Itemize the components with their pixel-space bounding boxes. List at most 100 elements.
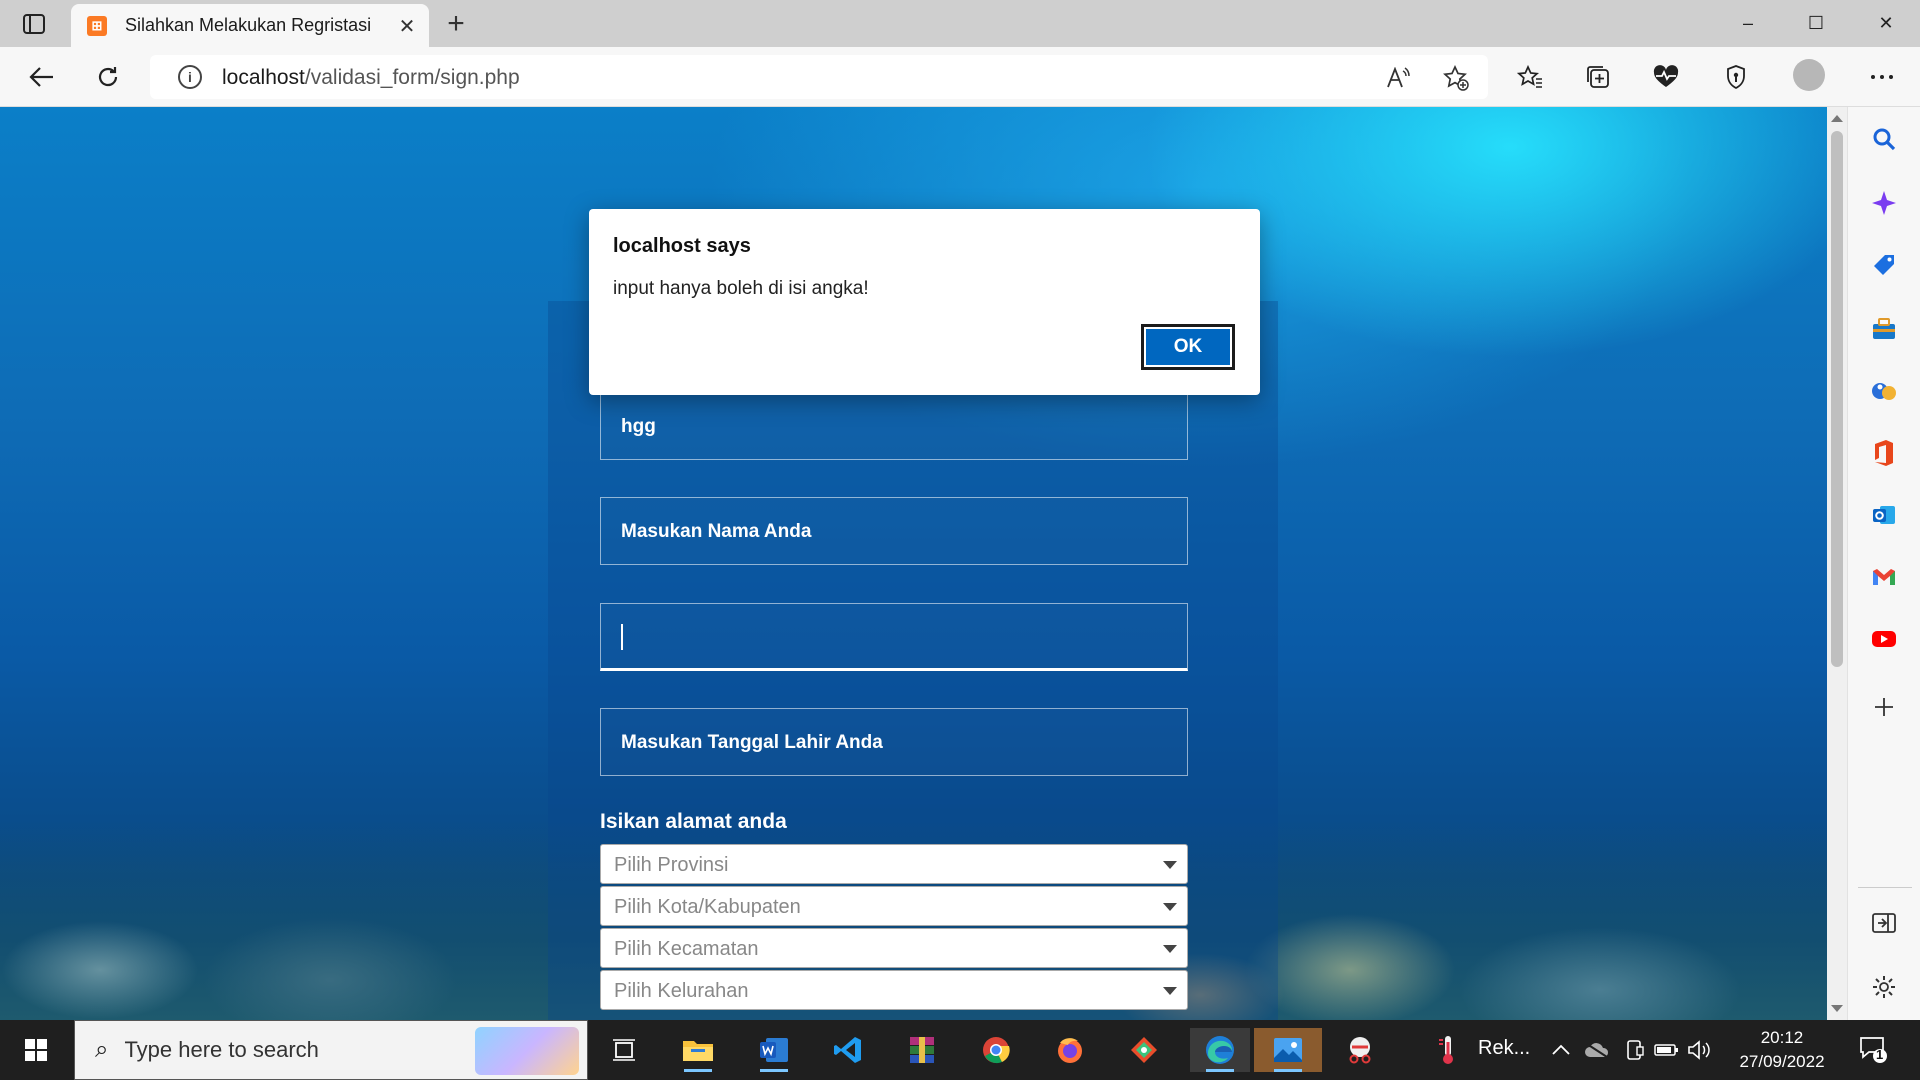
minimize-button[interactable]: – <box>1714 0 1782 46</box>
volume-speaker-icon[interactable] <box>1684 1028 1714 1072</box>
province-select[interactable]: Pilih Provinsi <box>600 844 1188 884</box>
district-select[interactable]: Pilih Kecamatan <box>600 928 1188 968</box>
maximize-button[interactable]: ☐ <box>1782 0 1850 46</box>
city-select-placeholder: Pilih Kota/Kabupaten <box>614 896 801 918</box>
running-indicator <box>760 1069 788 1072</box>
id-number-value: hgg <box>621 416 656 437</box>
sidebar-games-icon[interactable] <box>1868 375 1900 407</box>
onedrive-cloud-icon[interactable] <box>1582 1028 1612 1072</box>
navigation-bar: i localhost/validasi_form/sign.php <box>0 47 1920 107</box>
birthdate-placeholder: Masukan Tanggal Lahir Anda <box>621 732 883 753</box>
running-indicator <box>1206 1069 1234 1072</box>
xampp-favicon-icon: ⊞ <box>87 15 107 36</box>
sidebar-youtube-icon[interactable] <box>1868 623 1900 655</box>
snipping-tool-icon[interactable] <box>1338 1028 1382 1072</box>
file-explorer-icon[interactable] <box>676 1028 720 1072</box>
chrome-icon[interactable] <box>974 1028 1018 1072</box>
text-caret <box>621 624 623 650</box>
winrar-icon[interactable] <box>900 1028 944 1072</box>
profile-avatar[interactable] <box>1793 59 1825 91</box>
recording-app-thermometer-icon[interactable] <box>1426 1028 1470 1072</box>
task-view-icon[interactable] <box>602 1028 646 1072</box>
dropdown-arrow-icon <box>1163 861 1177 869</box>
sidebar-discover-sparkle-icon[interactable] <box>1868 187 1900 219</box>
district-select-placeholder: Pilih Kecamatan <box>614 938 759 960</box>
close-tab-button[interactable]: ✕ <box>395 14 419 38</box>
notification-count-badge: 1 <box>1876 1047 1884 1062</box>
url-path: /validasi_form/sign.php <box>304 66 520 89</box>
close-window-button[interactable]: ✕ <box>1852 0 1920 46</box>
edge-sidebar <box>1847 107 1920 1020</box>
search-highlight-illustration <box>475 1027 579 1075</box>
sidebar-shopping-tag-icon[interactable] <box>1868 249 1900 281</box>
address-section-label: Isikan alamat anda <box>600 810 787 833</box>
address-bar[interactable]: i localhost/validasi_form/sign.php <box>150 55 1488 99</box>
tray-app-label[interactable]: Rek... <box>1478 1037 1530 1060</box>
name-placeholder: Masukan Nama Anda <box>621 521 812 542</box>
search-icon: ⌕ <box>95 1036 109 1063</box>
running-indicator <box>684 1069 712 1072</box>
scroll-down-arrow-icon[interactable] <box>1831 1005 1843 1012</box>
alert-ok-button[interactable]: OK <box>1141 324 1235 370</box>
new-tab-button[interactable]: + <box>440 7 472 40</box>
photos-app-icon[interactable] <box>1254 1028 1322 1072</box>
sidebar-add-icon[interactable] <box>1868 691 1900 723</box>
collections-icon[interactable] <box>1580 59 1616 95</box>
git-kraken-icon[interactable] <box>1122 1028 1166 1072</box>
sidebar-search-icon[interactable] <box>1868 123 1900 155</box>
sidebar-gmail-icon[interactable] <box>1868 561 1900 593</box>
sidebar-hide-panel-icon[interactable] <box>1868 907 1900 939</box>
refresh-icon <box>98 67 118 87</box>
sidebar-office-icon[interactable] <box>1868 437 1900 469</box>
running-indicator <box>1274 1069 1302 1072</box>
back-button[interactable] <box>24 59 60 95</box>
alert-message: input hanya boleh di isi angka! <box>613 278 869 299</box>
vscode-icon[interactable] <box>826 1028 870 1072</box>
city-select[interactable]: Pilih Kota/Kabupaten <box>600 886 1188 926</box>
clock-time: 20:12 <box>1760 1028 1804 1047</box>
browser-essentials-heart-icon[interactable] <box>1648 59 1684 95</box>
windows-logo-icon <box>25 1039 47 1061</box>
url-text[interactable]: localhost/validasi_form/sign.php <box>222 66 520 90</box>
alert-title: localhost says <box>613 235 751 257</box>
focused-input-field[interactable] <box>600 603 1188 671</box>
tab-actions-icon <box>23 14 45 34</box>
sidebar-settings-gear-icon[interactable] <box>1868 971 1900 1003</box>
site-info-icon[interactable]: i <box>178 65 202 89</box>
firefox-icon[interactable] <box>1048 1028 1092 1072</box>
more-options-icon[interactable] <box>1864 59 1900 95</box>
dropdown-arrow-icon <box>1163 987 1177 995</box>
dropdown-arrow-icon <box>1163 945 1177 953</box>
tab-actions-menu-button[interactable] <box>16 10 52 38</box>
page-scrollbar[interactable] <box>1827 107 1847 1020</box>
id-number-field[interactable]: hgg <box>600 392 1188 460</box>
taskbar-clock[interactable]: 20:12 27/09/2022 <box>1712 1026 1852 1074</box>
show-hidden-icons-chevron-icon[interactable] <box>1546 1028 1576 1072</box>
village-select-placeholder: Pilih Kelurahan <box>614 980 749 1002</box>
sidebar-outlook-icon[interactable] <box>1868 499 1900 531</box>
name-field[interactable]: Masukan Nama Anda <box>600 497 1188 565</box>
sidebar-tools-briefcase-icon[interactable] <box>1868 313 1900 345</box>
scroll-up-arrow-icon[interactable] <box>1831 115 1843 122</box>
notification-center-button[interactable]: 1 <box>1858 1034 1888 1064</box>
start-button[interactable] <box>0 1020 72 1080</box>
province-select-placeholder: Pilih Provinsi <box>614 854 729 876</box>
edge-browser-icon[interactable] <box>1190 1028 1250 1072</box>
alert-dialog: localhost says input hanya boleh di isi … <box>589 209 1260 395</box>
browser-tab-active[interactable]: ⊞ Silahkan Melakukan Regristasi ✕ <box>71 4 429 47</box>
taskbar-search-box[interactable]: ⌕ Type here to search <box>74 1020 588 1080</box>
scroll-thumb[interactable] <box>1831 131 1843 667</box>
village-select[interactable]: Pilih Kelurahan <box>600 970 1188 1010</box>
read-aloud-icon[interactable] <box>1384 64 1412 92</box>
favorites-icon[interactable] <box>1512 59 1548 95</box>
back-arrow-icon <box>29 67 53 87</box>
birthdate-field[interactable]: Masukan Tanggal Lahir Anda <box>600 708 1188 776</box>
battery-charging-icon[interactable] <box>1652 1028 1682 1072</box>
word-icon[interactable] <box>752 1028 796 1072</box>
add-favorite-star-icon[interactable] <box>1442 64 1470 92</box>
refresh-button[interactable] <box>90 59 126 95</box>
sidebar-divider <box>1858 887 1912 888</box>
device-icon[interactable] <box>1620 1028 1650 1072</box>
clock-date: 27/09/2022 <box>1739 1052 1825 1071</box>
shield-icon[interactable] <box>1718 59 1754 95</box>
